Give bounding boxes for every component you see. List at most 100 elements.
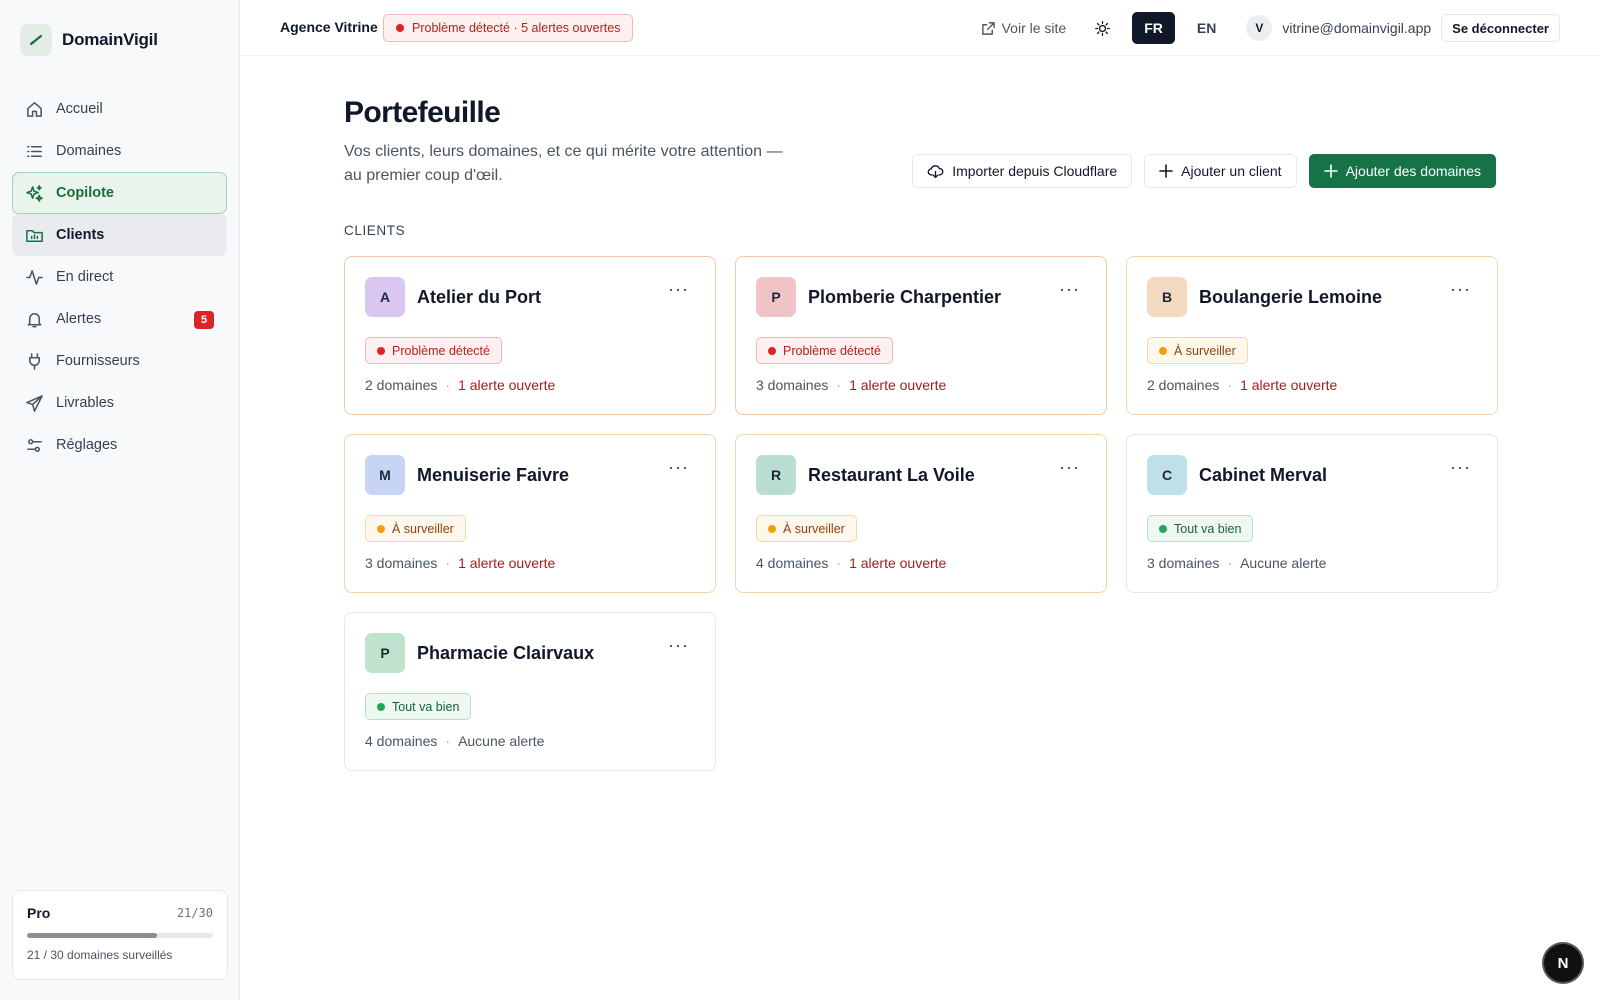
add-domains-button[interactable]: Ajouter des domaines <box>1308 154 1496 188</box>
client-name: Restaurant La Voile <box>808 464 975 485</box>
plan-name: Pro <box>27 905 51 921</box>
client-card[interactable]: A Atelier du Port ··· Problème détecté 2… <box>344 256 716 415</box>
client-alert-count[interactable]: 1 alerte ouverte <box>458 555 555 571</box>
bell-icon <box>27 312 42 327</box>
home-icon <box>27 101 42 117</box>
meta-separator: · <box>445 733 451 749</box>
client-name: Cabinet Merval <box>1199 464 1328 485</box>
meta-separator: · <box>445 555 451 571</box>
view-site-label: Voir le site <box>1001 20 1067 36</box>
more-options-icon[interactable]: ··· <box>1450 457 1471 478</box>
client-status-badge: Tout va bien <box>1147 515 1254 542</box>
lang-fr-button[interactable]: FR <box>1132 12 1175 44</box>
floating-help-button[interactable]: N <box>1544 944 1582 982</box>
client-alert-count[interactable]: 1 alerte ouverte <box>458 377 555 393</box>
sidebar-item-alertes[interactable]: Alertes 5 <box>12 298 227 340</box>
more-options-icon[interactable]: ··· <box>668 457 689 478</box>
client-card[interactable]: P Pharmacie Clairvaux ··· Tout va bien 4… <box>344 612 716 771</box>
more-options-icon[interactable]: ··· <box>668 279 689 300</box>
client-alert-count: Aucune alerte <box>1240 555 1327 571</box>
plan-summary: 21 / 30 domaines surveillés <box>27 948 173 962</box>
sidebar-item-livrables[interactable]: Livrables <box>12 382 227 424</box>
client-alert-count[interactable]: 1 alerte ouverte <box>849 555 946 571</box>
client-avatar: A <box>365 277 405 317</box>
more-options-icon[interactable]: ··· <box>1059 279 1080 300</box>
brand-name: DomainVigil <box>62 30 158 49</box>
status-badge[interactable]: Problème détecté · 5 alertes ouvertes <box>383 14 634 42</box>
sidebar-item-accueil[interactable]: Accueil <box>12 88 227 130</box>
client-status-badge: À surveiller <box>1147 337 1248 364</box>
brand-logo-icon <box>20 24 52 56</box>
sidebar-item-reglages[interactable]: Réglages <box>12 424 227 466</box>
plan-progress-bar <box>27 933 213 938</box>
meta-separator: · <box>445 377 451 393</box>
client-avatar: R <box>756 455 796 495</box>
sidebar-item-copilote[interactable]: Copilote <box>12 172 227 214</box>
client-status-badge: Problème détecté <box>365 337 502 364</box>
more-options-icon[interactable]: ··· <box>1450 279 1471 300</box>
client-name: Menuiserie Faivre <box>417 464 570 485</box>
add-client-button[interactable]: Ajouter un client <box>1144 154 1297 188</box>
client-avatar: B <box>1147 277 1187 317</box>
status-dot-icon <box>1159 346 1167 355</box>
client-status-text: Problème détecté <box>392 343 490 358</box>
sidebar-item-clients[interactable]: Clients <box>12 214 227 256</box>
client-card[interactable]: M Menuiserie Faivre ··· À surveiller 3 d… <box>344 434 716 593</box>
client-domain-count: 4 domaines <box>756 555 829 571</box>
agency-name: Agence Vitrine <box>280 19 378 35</box>
sidebar-item-label: Clients <box>56 227 105 243</box>
logout-button[interactable]: Se déconnecter <box>1441 14 1560 42</box>
status-dot-icon <box>1159 524 1167 533</box>
lang-en-button[interactable]: EN <box>1185 12 1228 44</box>
client-name: Boulangerie Lemoine <box>1199 286 1383 307</box>
plan-usage-card[interactable]: Pro 21/30 21 / 30 domaines surveillés <box>12 890 228 980</box>
sidebar-item-en-direct[interactable]: En direct <box>12 256 227 298</box>
status-dot-icon <box>768 524 776 533</box>
pulse-icon <box>26 269 43 285</box>
sidebar-item-fournisseurs[interactable]: Fournisseurs <box>12 340 227 382</box>
client-status-text: À surveiller <box>1174 343 1236 358</box>
sidebar-item-domaines[interactable]: Domaines <box>12 130 227 172</box>
page-title: Portefeuille <box>344 96 501 129</box>
sidebar-item-label: Livrables <box>56 395 115 411</box>
status-dot-icon <box>377 346 385 355</box>
page-subtitle: Vos clients, leurs domaines, et ce qui m… <box>344 143 783 184</box>
plus-icon <box>1323 164 1338 178</box>
add-domains-label: Ajouter des domaines <box>1345 163 1481 179</box>
client-card[interactable]: P Plomberie Charpentier ··· Problème dét… <box>735 256 1107 415</box>
avatar[interactable]: V <box>1246 15 1273 41</box>
client-status-text: À surveiller <box>392 521 454 536</box>
client-status-badge: Tout va bien <box>365 693 472 720</box>
plug-icon <box>28 352 41 370</box>
more-options-icon[interactable]: ··· <box>668 635 689 656</box>
brand[interactable]: DomainVigil <box>20 24 158 56</box>
client-domain-count: 2 domaines <box>365 377 438 393</box>
client-avatar: P <box>756 277 796 317</box>
status-dot-icon <box>768 346 776 355</box>
external-link-icon <box>981 21 995 35</box>
sidebar-item-label: Fournisseurs <box>56 353 140 369</box>
client-domain-count: 3 domaines <box>1147 555 1220 571</box>
client-card[interactable]: C Cabinet Merval ··· Tout va bien 3 doma… <box>1126 434 1498 593</box>
alert-count-badge: 5 <box>194 311 214 329</box>
client-card[interactable]: B Boulangerie Lemoine ··· À surveiller 2… <box>1126 256 1498 415</box>
client-name: Pharmacie Clairvaux <box>417 642 595 663</box>
user-email: vitrine@domainvigil.app <box>1282 20 1432 36</box>
client-name: Plomberie Charpentier <box>808 286 1002 307</box>
client-status-text: À surveiller <box>783 521 845 536</box>
theme-toggle-button[interactable] <box>1090 14 1114 42</box>
client-alert-count[interactable]: 1 alerte ouverte <box>1240 377 1337 393</box>
view-site-link[interactable]: Voir le site <box>981 20 1067 36</box>
sidebar-item-label: Alertes <box>56 311 102 327</box>
client-status-text: Tout va bien <box>392 699 460 714</box>
topbar-right: Voir le site FR EN V vitrine@domainvigil… <box>981 12 1560 44</box>
sidebar-item-label: En direct <box>56 269 114 285</box>
client-avatar: P <box>365 633 405 673</box>
more-options-icon[interactable]: ··· <box>1059 457 1080 478</box>
sidebar-item-label: Accueil <box>56 101 103 117</box>
client-alert-count[interactable]: 1 alerte ouverte <box>849 377 946 393</box>
client-card[interactable]: R Restaurant La Voile ··· À surveiller 4… <box>735 434 1107 593</box>
meta-separator: · <box>1227 377 1233 393</box>
import-cloudflare-button[interactable]: Importer depuis Cloudflare <box>912 154 1133 188</box>
client-domain-count: 3 domaines <box>756 377 829 393</box>
